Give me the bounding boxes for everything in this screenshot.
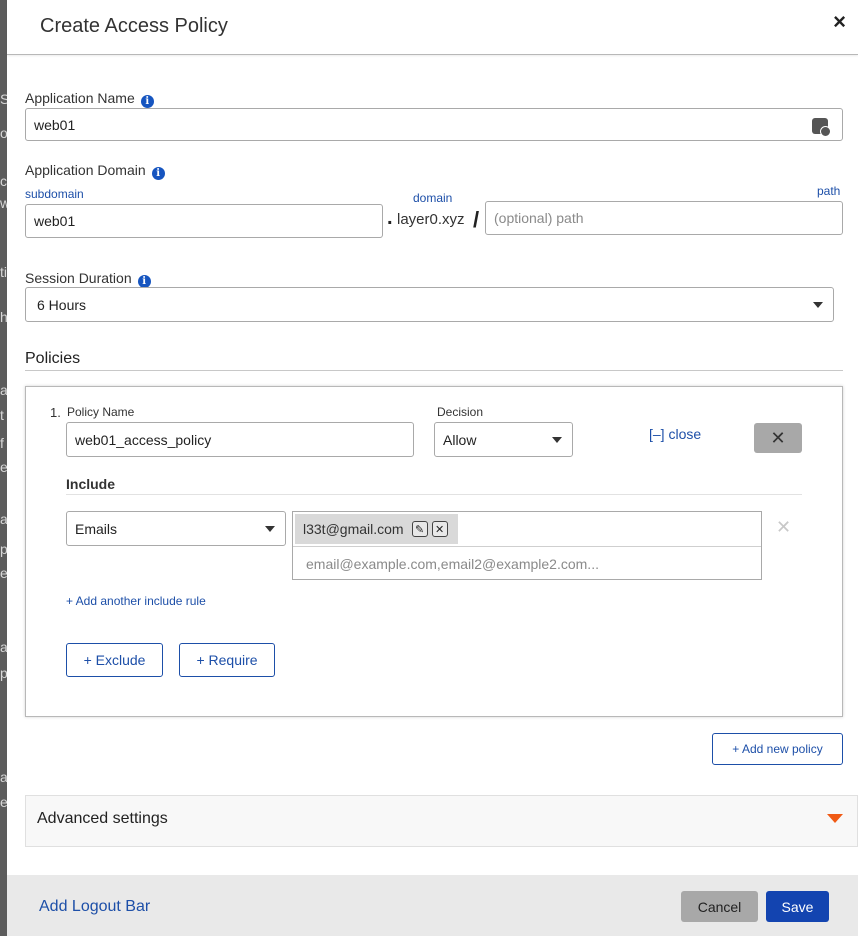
domain-value: layer0.xyz bbox=[397, 211, 465, 228]
remove-policy-button[interactable]: ✕ bbox=[754, 423, 802, 453]
backdrop-text: ti bbox=[0, 264, 7, 280]
decision-value: Allow bbox=[443, 431, 477, 448]
chevron-down-icon bbox=[813, 301, 823, 308]
email-placeholder: email@example.com,email2@example2.com... bbox=[306, 556, 599, 572]
email-tag-input[interactable]: l33t@gmail.com ✎ ✕ email@example.com,ema… bbox=[292, 511, 762, 580]
policies-divider bbox=[25, 370, 843, 371]
subdomain-label: subdomain bbox=[25, 187, 84, 201]
close-icon[interactable]: × bbox=[833, 9, 846, 35]
info-icon[interactable]: i bbox=[140, 95, 154, 108]
policy-index: 1. bbox=[50, 405, 61, 420]
policies-title: Policies bbox=[25, 350, 81, 367]
domain-label: domain bbox=[413, 191, 453, 205]
policy-card: 1. Policy Name web01_access_policy Decis… bbox=[25, 386, 843, 717]
include-divider bbox=[66, 494, 802, 495]
chevron-down-icon bbox=[265, 525, 275, 532]
pencil-icon[interactable]: ✎ bbox=[411, 521, 428, 537]
backdrop-text: f bbox=[0, 435, 4, 451]
add-require-button[interactable]: + Require bbox=[179, 643, 275, 677]
add-exclude-button[interactable]: + Exclude bbox=[66, 643, 163, 677]
subdomain-input[interactable]: web01 bbox=[25, 204, 383, 238]
decision-select[interactable]: Allow bbox=[434, 422, 573, 457]
application-domain-label: Application Domain i bbox=[25, 162, 165, 180]
info-icon[interactable]: i bbox=[151, 167, 165, 180]
policy-name-value: web01_access_policy bbox=[75, 431, 212, 448]
email-tag-text: l33t@gmail.com bbox=[303, 521, 404, 537]
session-duration-value: 6 Hours bbox=[37, 296, 87, 313]
application-name-label-text: Application Name bbox=[25, 90, 135, 106]
create-access-policy-modal: Create Access Policy × Application Name i… bbox=[7, 0, 858, 936]
email-tag: l33t@gmail.com ✎ ✕ bbox=[295, 514, 458, 544]
tag-input-divider bbox=[293, 546, 761, 547]
path-separator-slash: / bbox=[473, 207, 480, 232]
add-logout-bar-link[interactable]: Add Logout Bar bbox=[39, 898, 150, 916]
policy-name-label: Policy Name bbox=[67, 405, 135, 419]
close-icon[interactable]: ✕ bbox=[431, 521, 448, 537]
include-title: Include bbox=[66, 476, 116, 492]
session-duration-label-text: Session Duration bbox=[25, 270, 132, 286]
decision-label: Decision bbox=[437, 405, 484, 419]
policy-name-input[interactable]: web01_access_policy bbox=[66, 422, 414, 457]
save-button[interactable]: Save bbox=[766, 891, 829, 922]
include-rule-type-select[interactable]: Emails bbox=[66, 511, 286, 546]
close-icon: ✕ bbox=[770, 427, 786, 448]
backdrop-text: t bbox=[0, 407, 4, 423]
contact-card-icon[interactable] bbox=[812, 118, 831, 137]
advanced-settings-panel[interactable]: Advanced settings bbox=[25, 795, 858, 847]
add-new-policy-button[interactable]: + Add new policy bbox=[712, 733, 843, 765]
session-duration-label: Session Duration i bbox=[25, 270, 151, 288]
path-input[interactable]: (optional) path bbox=[485, 201, 843, 235]
include-rule-type-value: Emails bbox=[75, 520, 118, 537]
page-backdrop: S ol ct w ti h a t f e a p e a p a e bbox=[0, 0, 11, 936]
cancel-button[interactable]: Cancel bbox=[681, 891, 758, 922]
modal-title: Create Access Policy bbox=[40, 15, 228, 37]
add-include-rule-link[interactable]: + Add another include rule bbox=[66, 594, 206, 608]
remove-rule-icon[interactable]: ✕ bbox=[776, 517, 791, 538]
application-name-label: Application Name i bbox=[25, 90, 154, 108]
subdomain-value: web01 bbox=[34, 213, 76, 229]
session-duration-select[interactable]: 6 Hours bbox=[25, 287, 834, 322]
chevron-down-icon bbox=[552, 436, 562, 443]
application-name-value: web01 bbox=[34, 116, 76, 133]
path-placeholder: (optional) path bbox=[494, 210, 584, 226]
advanced-settings-title: Advanced settings bbox=[37, 810, 168, 827]
path-label: path bbox=[817, 184, 841, 198]
domain-separator-dot: . bbox=[387, 207, 393, 229]
caret-down-icon[interactable] bbox=[827, 814, 843, 823]
application-domain-label-text: Application Domain bbox=[25, 162, 146, 178]
modal-header: Create Access Policy × bbox=[7, 0, 858, 55]
collapse-policy-link[interactable]: [–] close bbox=[649, 426, 701, 442]
application-name-input[interactable]: web01 bbox=[25, 108, 843, 141]
modal-footer: Add Logout Bar Cancel Save bbox=[7, 875, 858, 936]
